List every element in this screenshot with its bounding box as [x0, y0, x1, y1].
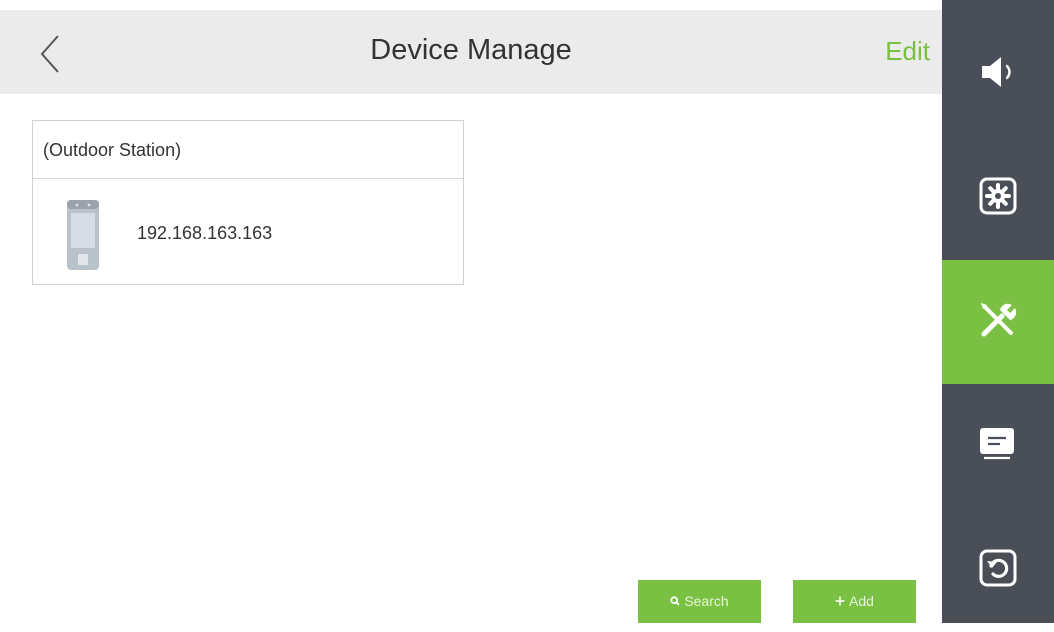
message-icon: [980, 428, 1014, 460]
outdoor-station-icon: [67, 200, 99, 270]
add-button[interactable]: Add: [793, 580, 916, 623]
restore-icon: [979, 549, 1017, 587]
device-group-card: (Outdoor Station) 192.168.163.163: [32, 120, 464, 285]
sidebar-nav: [942, 0, 1054, 623]
device-ip-address: 192.168.163.163: [137, 223, 273, 243]
tools-icon: [981, 303, 1017, 337]
header-bar: Device Manage Edit: [0, 10, 942, 94]
search-button[interactable]: Search: [638, 580, 761, 623]
device-list-item[interactable]: 192.168.163.163: [33, 179, 463, 285]
search-button-label: Search: [684, 593, 729, 609]
add-button-label: Add: [849, 593, 874, 609]
device-group-label: (Outdoor Station): [33, 121, 463, 179]
sidebar-item-tools[interactable]: [942, 260, 1054, 384]
sidebar-item-messages[interactable]: [942, 384, 1054, 508]
page-title: Device Manage: [370, 34, 572, 66]
sidebar-item-settings[interactable]: [942, 136, 1054, 260]
speaker-icon: [982, 57, 1011, 87]
sidebar-item-restore[interactable]: [942, 508, 1054, 632]
plus-icon: [835, 580, 845, 623]
search-icon: [670, 580, 680, 623]
edit-button[interactable]: Edit: [885, 36, 930, 67]
sidebar-item-volume[interactable]: [942, 12, 1054, 136]
settings-gear-icon: [979, 177, 1017, 215]
